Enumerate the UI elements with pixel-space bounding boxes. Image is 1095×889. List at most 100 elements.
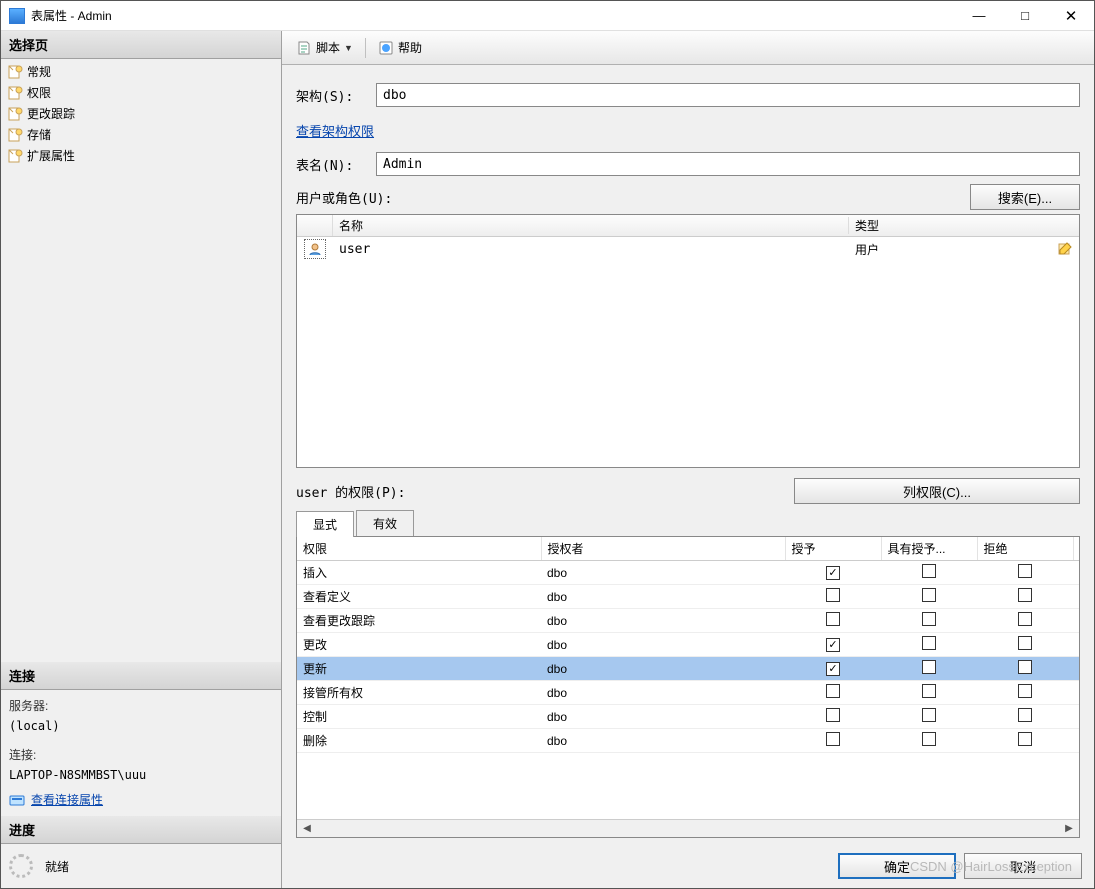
scroll-right-icon[interactable]: ▶ — [1061, 822, 1077, 836]
users-listview[interactable]: 名称 类型 user用户 — [296, 214, 1080, 468]
permission-row[interactable]: 插入dbo — [297, 561, 1079, 585]
permissions-section: user 的权限(P): 列权限(C)... 显式 有效 权限 授权者 — [282, 468, 1094, 844]
col-permission[interactable]: 权限 — [297, 537, 541, 561]
permission-row[interactable]: 更改dbo — [297, 633, 1079, 657]
permission-name: 查看定义 — [297, 585, 541, 609]
window: 表属性 - Admin — □ ✕ 选择页 常规权限更改跟踪存储扩展属性 连接 … — [0, 0, 1095, 889]
checkbox[interactable] — [826, 708, 840, 722]
checkbox[interactable] — [922, 588, 936, 602]
progress-status: 就绪 — [45, 858, 69, 875]
toolbar-separator — [365, 38, 366, 58]
permission-row[interactable]: 删除dbo — [297, 729, 1079, 753]
checkbox[interactable] — [922, 660, 936, 674]
minimize-button[interactable]: — — [956, 1, 1002, 30]
checkbox[interactable] — [922, 636, 936, 650]
checkbox[interactable] — [826, 662, 840, 676]
dialog-footer: 确定 取消 CSDN @HairLossException — [282, 844, 1094, 888]
schema-label: 架构(S): — [296, 86, 370, 105]
grantor: dbo — [541, 705, 785, 729]
checkbox[interactable] — [1018, 636, 1032, 650]
checkbox[interactable] — [826, 612, 840, 626]
permission-row[interactable]: 查看更改跟踪dbo — [297, 609, 1079, 633]
checkbox[interactable] — [922, 564, 936, 578]
checkbox[interactable] — [922, 684, 936, 698]
tab-explicit[interactable]: 显式 — [296, 511, 354, 537]
permissions-label: user 的权限(P): — [296, 482, 405, 501]
checkbox[interactable] — [1018, 660, 1032, 674]
table-name-input[interactable]: Admin — [376, 152, 1080, 176]
content: 选择页 常规权限更改跟踪存储扩展属性 连接 服务器: (local) 连接: L… — [1, 31, 1094, 888]
checkbox[interactable] — [1018, 684, 1032, 698]
search-button[interactable]: 搜索(E)... — [970, 184, 1080, 210]
script-label: 脚本 — [316, 39, 340, 56]
checkbox[interactable] — [826, 732, 840, 746]
checkbox[interactable] — [826, 566, 840, 580]
checkbox[interactable] — [922, 612, 936, 626]
checkbox[interactable] — [1018, 564, 1032, 578]
page-icon — [7, 127, 23, 143]
checkbox[interactable] — [826, 684, 840, 698]
help-button[interactable]: 帮助 — [372, 37, 428, 58]
server-value: (local) — [9, 716, 273, 736]
page-icon — [7, 106, 23, 122]
tab-effective[interactable]: 有效 — [356, 510, 414, 536]
grantor: dbo — [541, 609, 785, 633]
schema-input[interactable]: dbo — [376, 83, 1080, 107]
permission-row[interactable]: 接管所有权dbo — [297, 681, 1079, 705]
sidebar-item[interactable]: 常规 — [1, 61, 281, 82]
titlebar[interactable]: 表属性 - Admin — □ ✕ — [1, 1, 1094, 31]
permission-row[interactable]: 更新dbo — [297, 657, 1079, 681]
table-name-label: 表名(N): — [296, 155, 370, 174]
permission-row[interactable]: 查看定义dbo — [297, 585, 1079, 609]
sidebar-item[interactable]: 存储 — [1, 124, 281, 145]
checkbox[interactable] — [1018, 708, 1032, 722]
permissions-grid-scroll[interactable]: 权限 授权者 授予 具有授予... 拒绝 插入dbo查看定义dbo查看更改跟踪d… — [297, 537, 1079, 819]
edit-icon[interactable] — [1057, 241, 1073, 257]
permissions-grid: 权限 授权者 授予 具有授予... 拒绝 插入dbo查看定义dbo查看更改跟踪d… — [296, 536, 1080, 838]
sidebar-item[interactable]: 更改跟踪 — [1, 103, 281, 124]
checkbox[interactable] — [922, 732, 936, 746]
script-button[interactable]: 脚本 ▼ — [290, 37, 359, 58]
checkbox[interactable] — [1018, 732, 1032, 746]
sidebar-item-label: 扩展属性 — [27, 147, 75, 164]
col-with-grant[interactable]: 具有授予... — [881, 537, 977, 561]
connection-block: 服务器: (local) 连接: LAPTOP-N8SMMBST\uuu 查看连… — [1, 690, 281, 816]
users-col-name[interactable]: 名称 — [333, 217, 849, 234]
col-grantor[interactable]: 授权者 — [541, 537, 785, 561]
maximize-button[interactable]: □ — [1002, 1, 1048, 30]
grantor: dbo — [541, 657, 785, 681]
column-permissions-button[interactable]: 列权限(C)... — [794, 478, 1080, 504]
users-col-type[interactable]: 类型 — [849, 217, 1079, 234]
users-list-row[interactable]: user用户 — [297, 237, 1079, 261]
form-area: 架构(S): dbo 查看架构权限 表名(N): Admin — [282, 65, 1094, 184]
help-icon — [378, 40, 394, 56]
connection-header: 连接 — [1, 662, 281, 690]
cancel-button[interactable]: 取消 — [964, 853, 1082, 879]
close-button[interactable]: ✕ — [1048, 1, 1094, 30]
horizontal-scrollbar[interactable]: ◀ ▶ — [297, 819, 1079, 837]
scroll-left-icon[interactable]: ◀ — [299, 822, 315, 836]
nav-list: 常规权限更改跟踪存储扩展属性 — [1, 59, 281, 168]
ok-button[interactable]: 确定 — [838, 853, 956, 879]
view-connection-properties-link[interactable]: 查看连接属性 — [31, 790, 103, 810]
permission-name: 控制 — [297, 705, 541, 729]
permission-name: 更改 — [297, 633, 541, 657]
server-label: 服务器: — [9, 696, 273, 716]
window-title: 表属性 - Admin — [31, 7, 956, 24]
permission-name: 查看更改跟踪 — [297, 609, 541, 633]
checkbox[interactable] — [826, 638, 840, 652]
dropdown-caret-icon: ▼ — [344, 43, 353, 53]
checkbox[interactable] — [1018, 588, 1032, 602]
sidebar-item[interactable]: 扩展属性 — [1, 145, 281, 166]
checkbox[interactable] — [1018, 612, 1032, 626]
checkbox[interactable] — [826, 588, 840, 602]
col-grant[interactable]: 授予 — [785, 537, 881, 561]
permission-row[interactable]: 控制dbo — [297, 705, 1079, 729]
sidebar-item-label: 权限 — [27, 84, 51, 101]
sidebar-item[interactable]: 权限 — [1, 82, 281, 103]
sidebar-item-label: 存储 — [27, 126, 51, 143]
col-deny[interactable]: 拒绝 — [977, 537, 1073, 561]
checkbox[interactable] — [922, 708, 936, 722]
window-controls: — □ ✕ — [956, 1, 1094, 30]
view-schema-permissions-link[interactable]: 查看架构权限 — [296, 121, 1080, 140]
